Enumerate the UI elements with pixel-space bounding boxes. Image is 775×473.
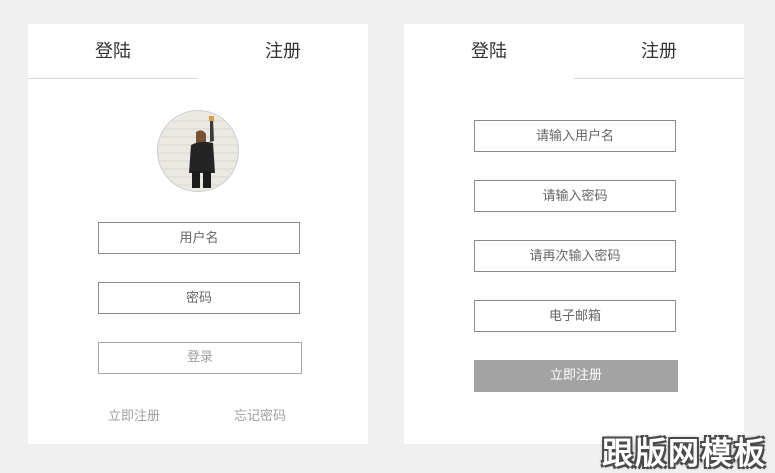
new-username-input[interactable]	[474, 120, 676, 152]
login-button[interactable]: 登录	[98, 342, 302, 374]
avatar-photo	[158, 111, 238, 191]
login-card: 登陆 注册 登录 立即注册	[28, 24, 368, 444]
register-card: 登陆 注册 立即注册	[404, 24, 744, 444]
site-watermark: 跟版网模板	[602, 436, 767, 472]
confirm-password-input[interactable]	[474, 240, 676, 272]
tab-login[interactable]: 登陆	[28, 24, 198, 80]
new-password-input[interactable]	[474, 180, 676, 212]
register-button[interactable]: 立即注册	[474, 360, 678, 392]
tab-underline	[574, 78, 744, 79]
register-now-link[interactable]: 立即注册	[108, 405, 160, 424]
tab-register[interactable]: 注册	[198, 24, 368, 80]
email-input[interactable]	[474, 300, 676, 332]
forgot-password-link[interactable]: 忘记密码	[234, 405, 286, 424]
tab-underline	[28, 78, 198, 79]
tab-register[interactable]: 注册	[574, 24, 744, 80]
login-card-tabs: 登陆 注册	[28, 24, 368, 80]
register-card-tabs: 登陆 注册	[404, 24, 744, 80]
tab-login[interactable]: 登陆	[404, 24, 574, 80]
avatar	[157, 110, 239, 192]
username-input[interactable]	[98, 222, 300, 254]
password-input[interactable]	[98, 282, 300, 314]
